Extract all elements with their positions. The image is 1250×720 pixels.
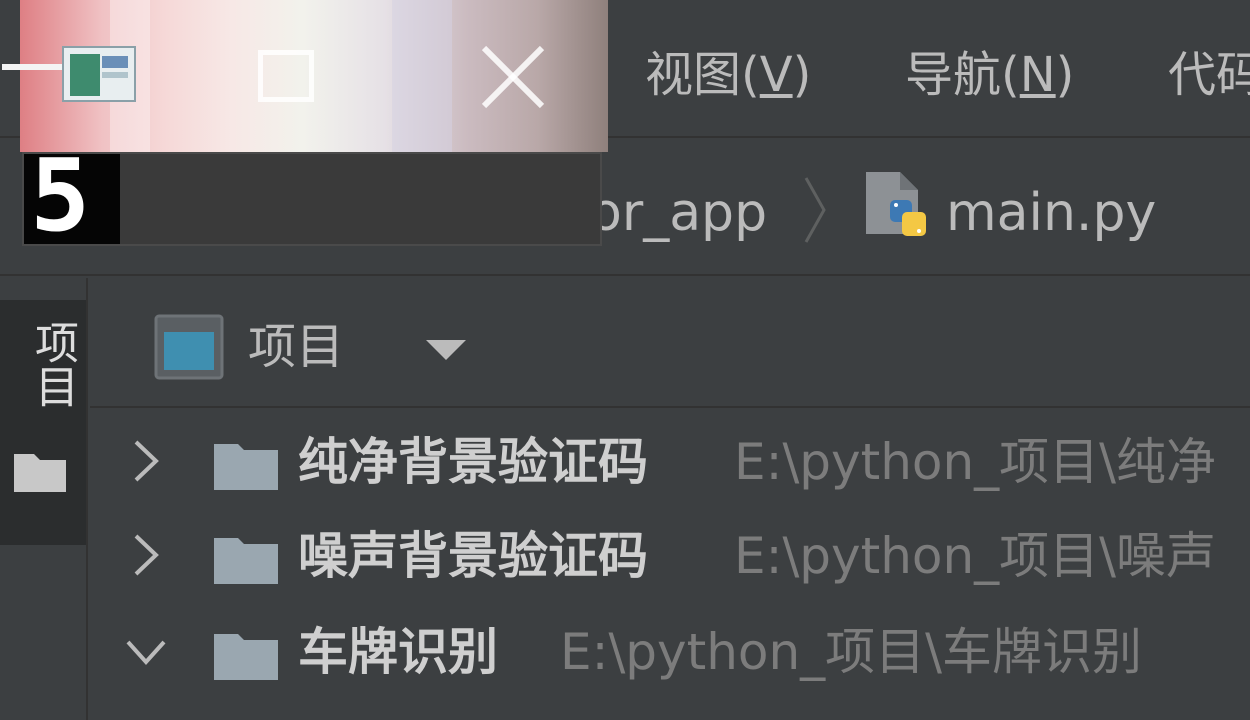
- maximize-icon[interactable]: [258, 50, 314, 102]
- breadcrumb-file[interactable]: main.py: [946, 178, 1156, 248]
- menu-view[interactable]: 视图(V): [645, 40, 811, 110]
- folder-icon: [14, 454, 66, 492]
- menu-view-label: 视图(: [645, 47, 760, 103]
- menu-view-mnemonic: V: [759, 47, 793, 103]
- app-window-icon: [62, 46, 136, 102]
- project-tool-tab-label: 项目: [27, 320, 78, 408]
- close-icon[interactable]: [478, 44, 548, 110]
- project-tree: 纯净背景验证码 E:\python_项目\纯净 噪声背景验证码 E:\pytho…: [90, 410, 1250, 720]
- tree-node-name: 噪声背景验证码: [298, 527, 648, 585]
- tree-node-name: 纯净背景验证码: [298, 433, 648, 491]
- tree-node-path: E:\python_项目\纯净: [734, 433, 1217, 491]
- menu-navigate-label: 导航(: [905, 47, 1020, 103]
- tree-node-path: E:\python_项目\噪声: [734, 527, 1217, 585]
- chevron-down-icon[interactable]: [124, 626, 168, 676]
- folder-icon: [214, 538, 278, 584]
- chevron-right-icon[interactable]: [124, 436, 168, 486]
- menu-navigate-mnemonic: N: [1019, 47, 1056, 103]
- breadcrumb-separator-icon: [804, 177, 826, 243]
- captcha-digit: 5: [30, 137, 91, 254]
- ide-window: 视图(V) 导航(N) 代码 or_app main.py 项目 项目 纯净背景…: [0, 0, 1250, 720]
- tree-node-name: 车牌识别: [298, 623, 498, 681]
- tree-node-plate-recognition[interactable]: 车牌识别 E:\python_项目\车牌识别: [90, 604, 1250, 700]
- breadcrumb-project[interactable]: or_app: [590, 178, 790, 248]
- minimize-icon[interactable]: [2, 64, 64, 70]
- chevron-right-icon[interactable]: [124, 530, 168, 580]
- tree-node-path: E:\python_项目\车牌识别: [560, 623, 1143, 681]
- tree-node-pure-captcha[interactable]: 纯净背景验证码 E:\python_项目\纯净: [90, 414, 1250, 510]
- menu-navigate[interactable]: 导航(N): [905, 40, 1074, 110]
- folder-icon: [214, 634, 278, 680]
- overlay-stripe: [392, 0, 452, 152]
- dropdown-arrow-icon[interactable]: [424, 336, 468, 364]
- menu-code[interactable]: 代码: [1168, 40, 1250, 110]
- folder-icon: [214, 444, 278, 490]
- tree-node-noise-captcha[interactable]: 噪声背景验证码 E:\python_项目\噪声: [90, 508, 1250, 604]
- project-view-icon: [154, 314, 224, 380]
- menu-code-label: 代码: [1168, 47, 1250, 103]
- menu-navigate-suffix: ): [1055, 47, 1075, 103]
- python-file-icon: [866, 172, 926, 236]
- menu-view-suffix: ): [792, 47, 812, 103]
- project-panel-title: 项目: [248, 319, 345, 375]
